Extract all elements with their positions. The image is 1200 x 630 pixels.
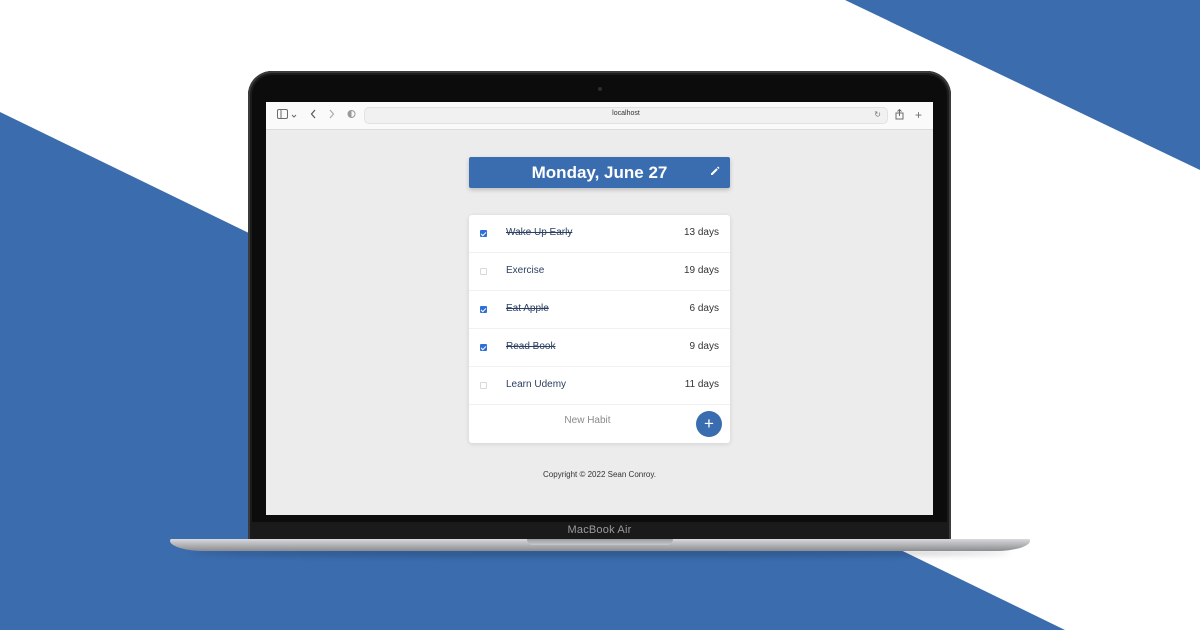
edit-icon[interactable]: [709, 165, 721, 177]
add-habit-button[interactable]: +: [696, 411, 722, 437]
date-header: Monday, June 27: [469, 157, 730, 188]
habit-streak: 9 days: [689, 341, 719, 352]
new-habit-input[interactable]: New Habit: [469, 415, 706, 426]
new-tab-icon[interactable]: +: [915, 108, 922, 122]
address-bar[interactable]: localhost ↻: [364, 107, 888, 124]
browser-screen: localhost ↻ + Monday, June 27 Wake Up Ea…: [266, 102, 933, 515]
habit-checkbox[interactable]: [480, 230, 487, 237]
habit-name: Read Book: [506, 341, 556, 352]
habit-name: Learn Udemy: [506, 379, 567, 390]
habit-row[interactable]: Read Book 9 days: [469, 329, 730, 367]
model-label: MacBook Air: [567, 524, 632, 536]
habit-checkbox[interactable]: [480, 306, 487, 313]
habit-row[interactable]: Learn Udemy 11 days: [469, 367, 730, 405]
habit-row[interactable]: Exercise 19 days: [469, 253, 730, 291]
habit-row[interactable]: Wake Up Early 13 days: [469, 215, 730, 253]
habit-checkbox[interactable]: [480, 344, 487, 351]
date-title: Monday, June 27: [531, 162, 668, 182]
habit-streak: 19 days: [683, 265, 719, 276]
url-text: localhost: [612, 110, 640, 117]
shield-icon[interactable]: [347, 109, 356, 124]
habit-row[interactable]: Eat Apple 6 days: [469, 291, 730, 329]
chevron-down-icon[interactable]: [291, 110, 297, 124]
habit-name: Eat Apple: [506, 303, 549, 314]
habit-streak: 6 days: [689, 303, 719, 314]
share-icon[interactable]: [895, 108, 904, 125]
habit-card: Wake Up Early 13 days Exercise 19 days E…: [469, 215, 730, 443]
sidebar-icon[interactable]: [277, 109, 288, 124]
back-icon[interactable]: [310, 109, 317, 124]
habit-checkbox[interactable]: [480, 382, 487, 389]
habit-streak: 13 days: [683, 227, 719, 238]
habit-checkbox[interactable]: [480, 268, 487, 275]
laptop-notch: [527, 539, 673, 545]
reload-icon[interactable]: ↻: [874, 110, 881, 119]
camera-icon: [598, 87, 602, 91]
footer-copyright: Copyright © 2022 Sean Conroy.: [543, 470, 656, 479]
habit-streak: 11 days: [684, 379, 719, 390]
browser-toolbar: localhost ↻ +: [266, 102, 933, 130]
habit-name: Wake Up Early: [506, 227, 573, 238]
habit-name: Exercise: [506, 265, 545, 276]
forward-icon[interactable]: [328, 109, 335, 124]
